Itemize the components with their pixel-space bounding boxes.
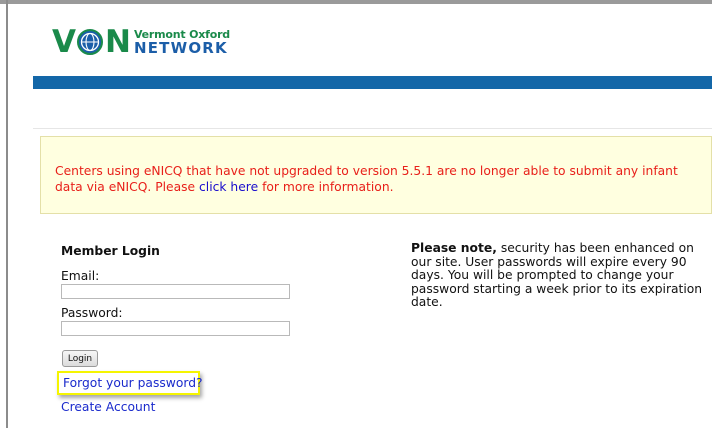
password-input[interactable] — [61, 321, 290, 336]
notice-text-after: for more information. — [258, 180, 394, 194]
security-note-bold: Please note, — [411, 241, 497, 255]
von-logo[interactable]: V N Vermont Oxford NETWORK — [52, 24, 230, 60]
forgot-password-highlight: Forgot your password? — [57, 371, 203, 395]
forgot-password-link[interactable]: Forgot your password? — [63, 376, 203, 390]
member-login-heading: Member Login — [61, 244, 160, 258]
header-divider — [33, 128, 712, 129]
logo-mark: V N — [52, 23, 131, 60]
email-label: Email: — [61, 269, 100, 283]
logo-letter-v: V — [52, 23, 76, 60]
upgrade-notice: Centers using eNICQ that have not upgrad… — [40, 136, 712, 214]
header-bar — [33, 76, 712, 89]
email-input[interactable] — [61, 284, 290, 299]
page: V N Vermont Oxford NETWORK Centers using… — [8, 4, 712, 428]
notice-click-here-link[interactable]: click here — [199, 180, 258, 194]
logo-letter-n: N — [105, 23, 131, 60]
logo-wordmark: Vermont Oxford NETWORK — [134, 29, 230, 56]
logo-line1: Vermont Oxford — [133, 27, 230, 41]
logo-line2: NETWORK — [133, 38, 228, 57]
login-button[interactable]: Login — [62, 350, 98, 367]
password-label: Password: — [61, 306, 123, 320]
create-account-link[interactable]: Create Account — [61, 400, 155, 414]
globe-icon — [76, 28, 104, 56]
security-note: Please note, security has been enhanced … — [411, 241, 705, 310]
